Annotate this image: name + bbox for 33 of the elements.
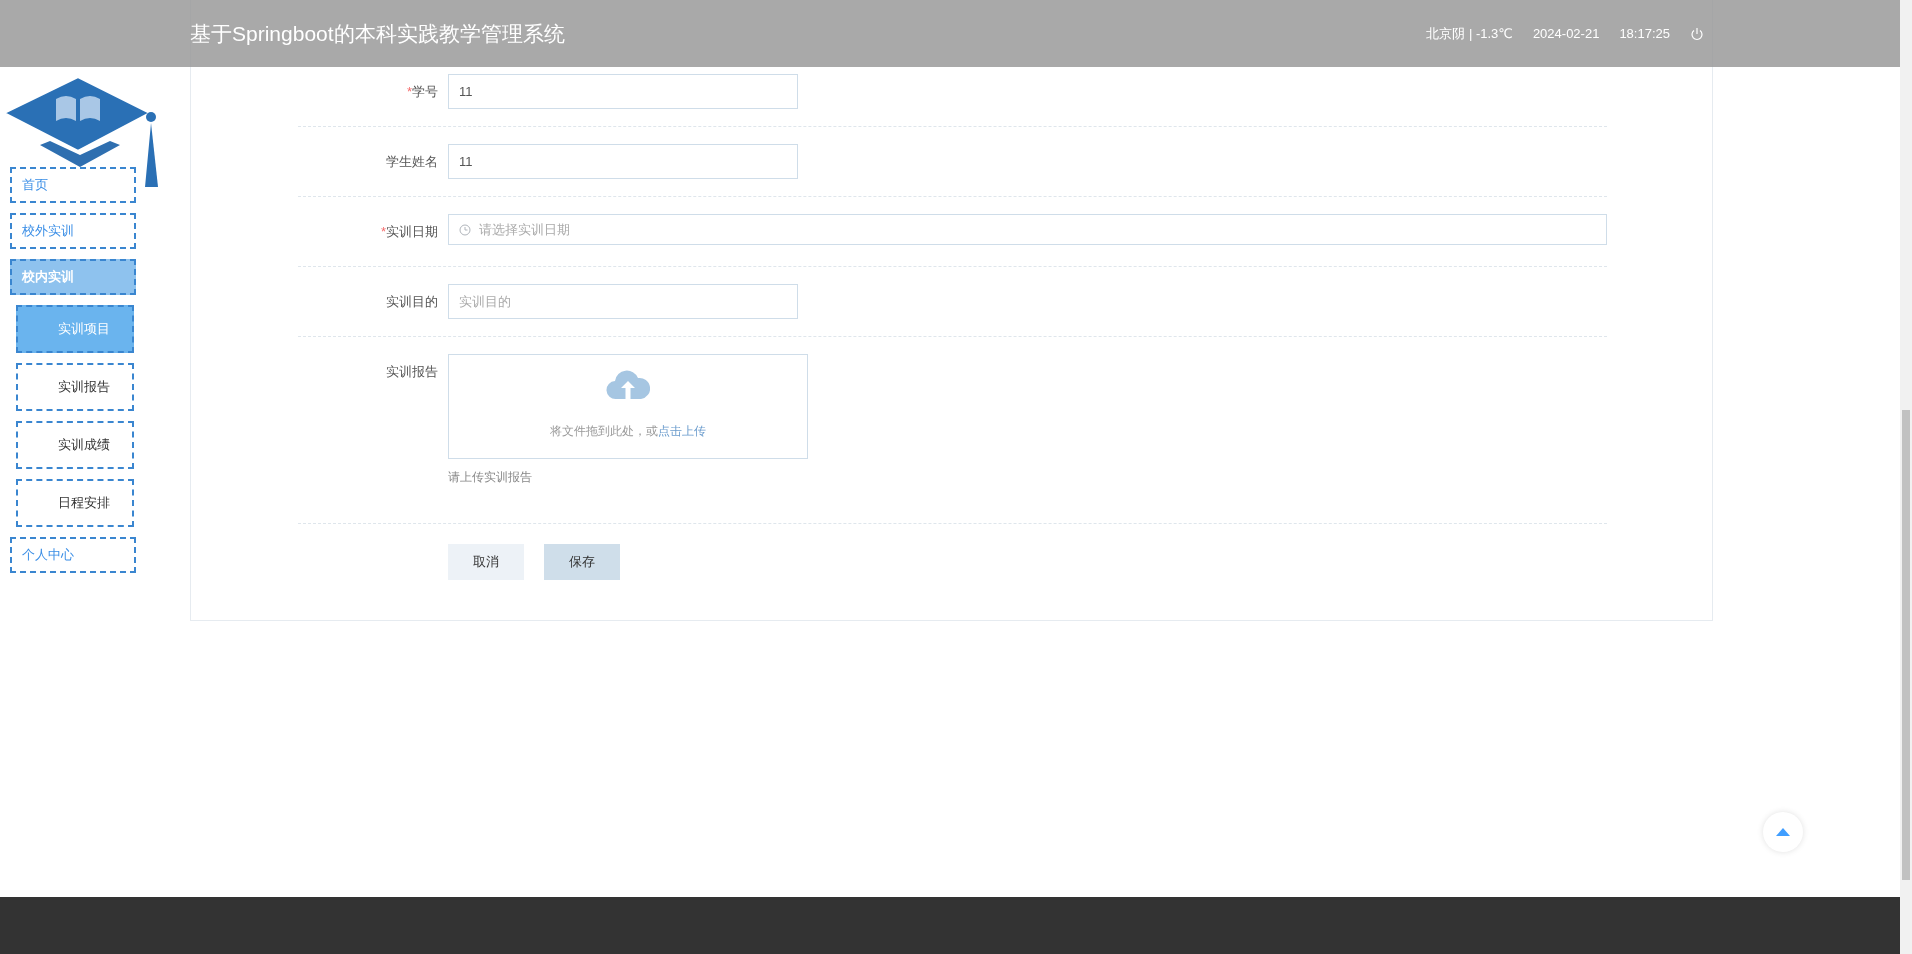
field-label: 学生姓名 bbox=[385, 153, 439, 171]
menu-item[interactable]: 首页 bbox=[10, 167, 136, 203]
weather-text: 北京阴 | -1.3℃ bbox=[1426, 24, 1513, 43]
field-label: 实训报告 bbox=[385, 363, 439, 381]
upload-link[interactable]: 点击上传 bbox=[658, 424, 706, 438]
back-to-top-button[interactable] bbox=[1763, 812, 1803, 852]
cancel-button[interactable]: 取消 bbox=[448, 544, 524, 580]
app-title: 基于Springboot的本科实践教学管理系统 bbox=[190, 20, 565, 47]
submenu-item[interactable]: 实训项目 bbox=[16, 305, 134, 353]
menu-item[interactable]: 校内实训 bbox=[10, 259, 136, 295]
input-field[interactable]: 实训目的 bbox=[448, 284, 798, 319]
submenu-item[interactable]: 日程安排 bbox=[16, 479, 134, 527]
power-icon[interactable] bbox=[1690, 26, 1704, 41]
cloud-upload-icon bbox=[606, 369, 650, 401]
upload-instructions: 将文件拖到此处，或点击上传 bbox=[550, 423, 706, 440]
menu-item[interactable]: 校外实训 bbox=[10, 213, 136, 249]
caret-up-icon bbox=[1776, 828, 1790, 836]
field-label: *实训日期 bbox=[379, 223, 439, 241]
clock-icon bbox=[459, 223, 471, 236]
save-button[interactable]: 保存 bbox=[544, 544, 620, 580]
field-label: 实训目的 bbox=[385, 293, 439, 311]
date-field[interactable]: 请选择实训日期 bbox=[448, 214, 1607, 245]
menu-item[interactable]: 个人中心 bbox=[10, 537, 136, 573]
input-field[interactable]: 11 bbox=[448, 74, 798, 109]
upload-dropzone[interactable]: 将文件拖到此处，或点击上传 bbox=[448, 354, 808, 459]
upload-hint: 请上传实训报告 bbox=[448, 469, 533, 486]
scrollbar[interactable] bbox=[1900, 0, 1912, 954]
input-field[interactable]: 11 bbox=[448, 144, 798, 179]
field-label: *学号 bbox=[405, 83, 439, 101]
time-text: 18:17:25 bbox=[1619, 26, 1670, 41]
date-text: 2024-02-21 bbox=[1532, 26, 1600, 41]
submenu-item[interactable]: 实训成绩 bbox=[16, 421, 134, 469]
submenu-item[interactable]: 实训报告 bbox=[16, 363, 134, 411]
